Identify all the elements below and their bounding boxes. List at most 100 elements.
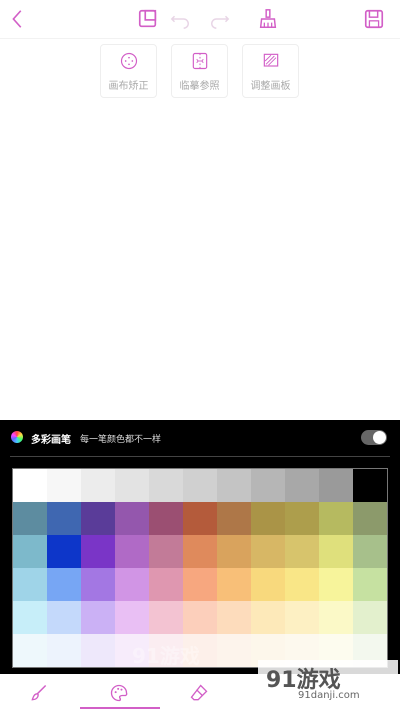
tool-label: 画布矫正 [108, 80, 149, 92]
tool-label: 临摹参照 [179, 80, 220, 92]
color-swatch[interactable] [251, 601, 285, 634]
color-swatch[interactable] [217, 469, 251, 502]
color-swatch[interactable] [319, 502, 353, 535]
watermark-faint: 91游戏 [132, 644, 200, 668]
watermark-url: 91danji.com [298, 690, 360, 701]
color-swatch[interactable] [353, 502, 387, 535]
color-swatch[interactable] [251, 535, 285, 568]
layers-button[interactable] [136, 7, 160, 31]
eraser-icon [190, 684, 208, 701]
color-swatch[interactable] [251, 568, 285, 601]
color-swatch[interactable] [285, 535, 319, 568]
rainbow-icon [11, 431, 23, 443]
color-swatch[interactable] [149, 601, 183, 634]
reference-icon [192, 52, 207, 69]
trace-reference-button[interactable]: 临摹参照 [171, 44, 228, 98]
color-grid [12, 468, 388, 668]
color-swatch[interactable] [13, 634, 47, 667]
color-swatch[interactable] [13, 469, 47, 502]
color-swatch[interactable] [217, 535, 251, 568]
tool-label: 调整画板 [250, 80, 291, 92]
color-swatch[interactable] [353, 601, 387, 634]
adjust-board-icon [263, 53, 278, 67]
layers-icon [138, 9, 157, 28]
canvas-correct-button[interactable]: 画布矫正 [100, 44, 157, 98]
color-swatch[interactable] [81, 634, 115, 667]
divider [10, 456, 390, 457]
undo-icon [170, 15, 189, 29]
multicolor-subtitle: 每一笔颜色都不一样 [80, 435, 162, 445]
drawing-app-screen: 画布矫正 临摹参照 调整画板 多彩画笔 每一笔颜色都不一样 91游戏 91游戏 … [0, 0, 400, 711]
color-swatch[interactable] [183, 568, 217, 601]
color-swatch[interactable] [319, 568, 353, 601]
color-swatch[interactable] [217, 634, 251, 667]
color-swatch[interactable] [319, 469, 353, 502]
color-swatch[interactable] [81, 568, 115, 601]
color-swatch[interactable] [115, 535, 149, 568]
color-swatch[interactable] [217, 502, 251, 535]
dots-circle-icon [120, 52, 137, 69]
color-swatch[interactable] [319, 601, 353, 634]
color-palette-panel: 多彩画笔 每一笔颜色都不一样 [0, 420, 400, 674]
color-swatch[interactable] [251, 502, 285, 535]
clear-button[interactable] [256, 7, 280, 31]
color-swatch[interactable] [47, 634, 81, 667]
multicolor-brush-header: 多彩画笔 每一笔颜色都不一样 [0, 420, 400, 456]
color-swatch[interactable] [353, 535, 387, 568]
color-swatch[interactable] [81, 535, 115, 568]
redo-button[interactable] [208, 7, 232, 31]
palette-tab[interactable] [108, 682, 130, 704]
save-icon [364, 9, 384, 29]
color-swatch[interactable] [353, 469, 387, 502]
color-swatch[interactable] [115, 601, 149, 634]
color-swatch[interactable] [47, 502, 81, 535]
color-swatch[interactable] [183, 469, 217, 502]
color-swatch[interactable] [251, 469, 285, 502]
color-swatch[interactable] [81, 469, 115, 502]
color-swatch[interactable] [285, 502, 319, 535]
color-swatch[interactable] [13, 502, 47, 535]
color-swatch[interactable] [149, 535, 183, 568]
color-swatch[interactable] [285, 469, 319, 502]
color-swatch[interactable] [217, 568, 251, 601]
color-swatch[interactable] [47, 568, 81, 601]
color-swatch[interactable] [217, 601, 251, 634]
eraser-tab[interactable] [188, 682, 210, 704]
color-swatch[interactable] [149, 502, 183, 535]
undo-button[interactable] [168, 7, 192, 31]
multicolor-toggle[interactable] [361, 430, 387, 445]
multicolor-title: 多彩画笔 [31, 435, 71, 446]
save-button[interactable] [362, 7, 386, 31]
color-swatch[interactable] [13, 568, 47, 601]
color-swatch[interactable] [149, 469, 183, 502]
redo-icon [211, 15, 230, 29]
brush-icon [31, 684, 47, 701]
back-button[interactable] [6, 7, 30, 31]
color-swatch[interactable] [47, 469, 81, 502]
color-swatch[interactable] [81, 601, 115, 634]
canvas-tools: 画布矫正 临摹参照 调整画板 [100, 44, 299, 98]
color-swatch[interactable] [319, 535, 353, 568]
color-swatch[interactable] [115, 469, 149, 502]
chevron-left-icon [12, 10, 22, 28]
color-swatch[interactable] [285, 568, 319, 601]
color-swatch[interactable] [149, 568, 183, 601]
broom-icon [259, 9, 277, 28]
color-swatch[interactable] [183, 535, 217, 568]
color-swatch[interactable] [81, 502, 115, 535]
adjust-board-button[interactable]: 调整画板 [242, 44, 299, 98]
top-toolbar [0, 0, 400, 38]
toggle-knob [373, 431, 386, 444]
color-swatch[interactable] [115, 502, 149, 535]
color-swatch[interactable] [353, 568, 387, 601]
color-swatch[interactable] [47, 535, 81, 568]
brush-tab[interactable] [28, 682, 50, 704]
color-swatch[interactable] [115, 568, 149, 601]
color-swatch[interactable] [13, 535, 47, 568]
color-swatch[interactable] [183, 601, 217, 634]
color-swatch[interactable] [47, 601, 81, 634]
color-swatch[interactable] [183, 502, 217, 535]
color-swatch[interactable] [13, 601, 47, 634]
color-swatch[interactable] [285, 601, 319, 634]
active-tab-indicator [80, 707, 160, 709]
